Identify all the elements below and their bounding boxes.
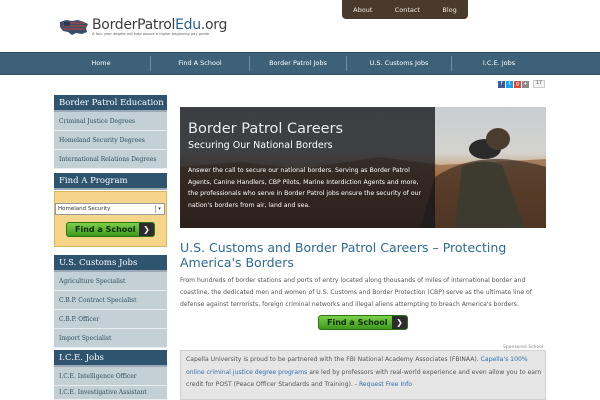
blog-link[interactable]: Blog: [442, 6, 456, 14]
nav-item-us-customs-jobs[interactable]: U.S. Customs Jobs: [347, 53, 451, 74]
main-nav: Home Find A School Border Patrol Jobs U.…: [0, 52, 600, 75]
page-title: U.S. Customs and Border Patrol Careers –…: [180, 240, 507, 270]
sidebar-customs-title: U.S. Customs Jobs: [54, 255, 167, 272]
nav-item-home[interactable]: Home: [52, 53, 150, 74]
sponsored-text-a: Capella University is proud to be partne…: [186, 356, 479, 363]
sidebar-item-homeland-security[interactable]: Homeland Security Degrees: [54, 131, 167, 150]
chevron-right-icon: ❯: [392, 316, 407, 329]
logo-tagline: A four year degree will help assure a hi…: [92, 32, 210, 36]
about-link[interactable]: About: [353, 6, 372, 14]
logo-wordmark: BorderPatrolEdu.org: [92, 17, 227, 33]
sidebar-item-agriculture-specialist[interactable]: Agriculture Specialist: [54, 272, 167, 291]
sidebar-item-ice-intelligence-officer[interactable]: I.C.E. Intelligence Officer: [54, 367, 167, 386]
sidebar-item-cbp-contract-specialist[interactable]: C.B.P. Contract Specialist: [54, 291, 167, 310]
hero-title: Border Patrol Careers: [188, 121, 344, 137]
hero-subtitle: Securing Our National Borders: [188, 140, 333, 151]
sponsored-school-box: Capella University is proud to be partne…: [180, 350, 546, 400]
sidebar-find-program-title: Find A Program: [54, 173, 167, 190]
find-school-button-sidebar[interactable]: Find a School ❯: [66, 222, 155, 237]
hero-text: Answer the call to secure our national b…: [188, 167, 422, 210]
program-select-value: Homeland Security: [58, 206, 111, 212]
facebook-icon[interactable]: f: [498, 80, 505, 88]
chevron-right-icon: ❯: [139, 223, 154, 236]
us-map-flag-icon: [60, 20, 88, 35]
sidebar-item-cbp-officer[interactable]: C.B.P. Officer: [54, 310, 167, 329]
request-info-link[interactable]: Request Free Info: [359, 381, 412, 388]
googleplus-icon[interactable]: g: [514, 80, 521, 88]
sidebar-ice-title: I.C.E. Jobs: [54, 350, 167, 367]
logo-main: BorderPatrol: [92, 17, 176, 33]
logo-tld: .org: [200, 17, 228, 33]
find-program-panel: [54, 191, 167, 247]
find-school-button-main-label: Find a School: [327, 318, 388, 327]
top-links-bar: About Contact Blog: [342, 0, 468, 19]
share-bar: f t g + 17: [498, 80, 545, 88]
nav-item-find-a-school[interactable]: Find A School: [151, 53, 249, 74]
chevron-down-icon: ▾: [155, 205, 163, 213]
nav-item-ice-jobs[interactable]: I.C.E. Jobs: [452, 53, 546, 74]
sponsored-text: Capella University is proud to be partne…: [186, 354, 542, 392]
program-select[interactable]: Homeland Security ▾: [55, 203, 165, 215]
share-icon[interactable]: +: [522, 80, 529, 88]
nav-item-border-patrol-jobs[interactable]: Border Patrol Jobs: [250, 53, 346, 74]
find-school-button-label: Find a School: [75, 225, 136, 234]
sidebar-item-international-relations[interactable]: International Relations Degrees: [54, 150, 167, 169]
site-logo[interactable]: BorderPatrolEdu.org: [58, 17, 227, 41]
sidebar-item-criminal-justice[interactable]: Criminal Justice Degrees: [54, 112, 167, 131]
twitter-icon[interactable]: t: [506, 80, 513, 88]
sidebar-item-import-specialist[interactable]: Import Specialist: [54, 329, 167, 348]
hero-banner: Border Patrol Careers Securing Our Natio…: [180, 107, 546, 228]
share-count: 17: [533, 80, 545, 88]
sidebar-education-title: Border Patrol Education: [54, 95, 167, 112]
logo-edu: Edu: [175, 17, 201, 33]
find-school-button-main[interactable]: Find a School ❯: [318, 315, 408, 330]
contact-link[interactable]: Contact: [395, 6, 420, 14]
intro-paragraph: From hundreds of border stations and por…: [180, 277, 532, 308]
sidebar-item-ice-investigative-assistant[interactable]: I.C.E. Investigative Assistant: [54, 386, 167, 400]
